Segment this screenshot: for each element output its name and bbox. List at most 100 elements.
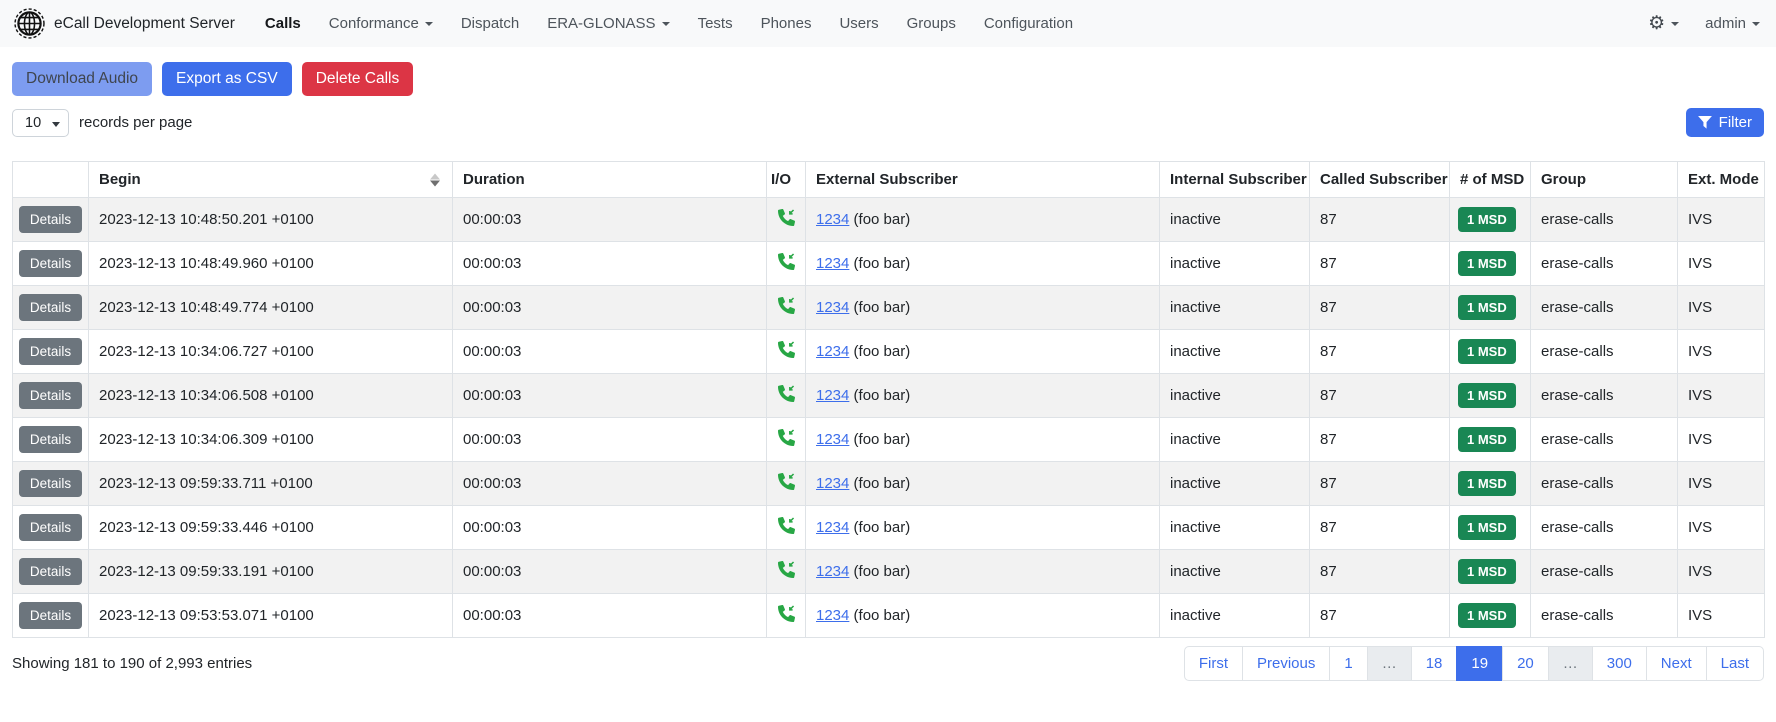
column-header-begin[interactable]: Begin bbox=[89, 162, 453, 198]
column-header-io: I/O bbox=[767, 162, 806, 198]
external-subscriber-link[interactable]: 1234 bbox=[816, 431, 849, 448]
details-button[interactable]: Details bbox=[19, 206, 82, 233]
details-button[interactable]: Details bbox=[19, 558, 82, 585]
pagination-page-20[interactable]: 20 bbox=[1502, 646, 1549, 681]
details-button[interactable]: Details bbox=[19, 338, 82, 365]
pagination-page-300[interactable]: 300 bbox=[1592, 646, 1647, 681]
io-cell bbox=[767, 506, 806, 550]
nav-item-conformance[interactable]: Conformance bbox=[317, 7, 445, 40]
called-subscriber-cell: 87 bbox=[1310, 506, 1450, 550]
duration-cell: 00:00:03 bbox=[453, 198, 767, 242]
duration-cell: 00:00:03 bbox=[453, 594, 767, 638]
io-cell bbox=[767, 286, 806, 330]
ext-mode-cell: IVS bbox=[1678, 198, 1765, 242]
chevron-down-icon bbox=[662, 22, 670, 26]
duration-cell: 00:00:03 bbox=[453, 286, 767, 330]
group-cell: erase-calls bbox=[1531, 374, 1678, 418]
table-controls: 10 records per page Filter bbox=[12, 108, 1764, 137]
external-subscriber-cell: 1234 (foo bar) bbox=[806, 286, 1160, 330]
nav-item-configuration[interactable]: Configuration bbox=[972, 7, 1085, 40]
pagination-page-18[interactable]: 18 bbox=[1411, 646, 1458, 681]
page-size-select[interactable]: 10 bbox=[12, 109, 69, 137]
external-subscriber-link[interactable]: 1234 bbox=[816, 387, 849, 404]
nav-item-tests[interactable]: Tests bbox=[686, 7, 745, 40]
external-subscriber-link[interactable]: 1234 bbox=[816, 607, 849, 624]
user-menu[interactable]: admin bbox=[1703, 7, 1762, 40]
pagination-next[interactable]: Next bbox=[1646, 646, 1707, 681]
io-cell bbox=[767, 330, 806, 374]
nav-item-groups[interactable]: Groups bbox=[895, 7, 968, 40]
brand[interactable]: eCall Development Server bbox=[14, 8, 235, 39]
io-cell bbox=[767, 594, 806, 638]
details-button[interactable]: Details bbox=[19, 514, 82, 541]
incoming-call-icon bbox=[778, 385, 795, 402]
external-subscriber-link[interactable]: 1234 bbox=[816, 255, 849, 272]
external-subscriber-name: (foo bar) bbox=[854, 211, 911, 228]
msd-cell: 1 MSD bbox=[1450, 594, 1531, 638]
internal-subscriber-cell: inactive bbox=[1160, 330, 1310, 374]
external-subscriber-link[interactable]: 1234 bbox=[816, 211, 849, 228]
brand-label: eCall Development Server bbox=[54, 15, 235, 33]
nav-item-calls[interactable]: Calls bbox=[253, 7, 313, 40]
export-csv-button[interactable]: Export as CSV bbox=[162, 62, 292, 96]
called-subscriber-cell: 87 bbox=[1310, 418, 1450, 462]
incoming-call-icon bbox=[778, 209, 795, 226]
calls-table: Begin Duration I/O External Subscriber I… bbox=[12, 161, 1765, 638]
details-button[interactable]: Details bbox=[19, 426, 82, 453]
external-subscriber-cell: 1234 (foo bar) bbox=[806, 242, 1160, 286]
group-cell: erase-calls bbox=[1531, 594, 1678, 638]
group-cell: erase-calls bbox=[1531, 330, 1678, 374]
internal-subscriber-cell: inactive bbox=[1160, 594, 1310, 638]
external-subscriber-link[interactable]: 1234 bbox=[816, 299, 849, 316]
nav-item-dispatch[interactable]: Dispatch bbox=[449, 7, 531, 40]
details-button[interactable]: Details bbox=[19, 470, 82, 497]
column-header-group: Group bbox=[1531, 162, 1678, 198]
details-button[interactable]: Details bbox=[19, 602, 82, 629]
group-cell: erase-calls bbox=[1531, 550, 1678, 594]
io-cell bbox=[767, 374, 806, 418]
settings-menu[interactable]: ⚙ bbox=[1646, 6, 1681, 41]
download-audio-button[interactable]: Download Audio bbox=[12, 62, 152, 96]
pagination-last[interactable]: Last bbox=[1706, 646, 1764, 681]
incoming-call-icon bbox=[778, 253, 795, 270]
io-cell bbox=[767, 198, 806, 242]
records-per-page-label: records per page bbox=[79, 114, 192, 131]
ext-mode-cell: IVS bbox=[1678, 418, 1765, 462]
ext-mode-cell: IVS bbox=[1678, 330, 1765, 374]
ext-mode-cell: IVS bbox=[1678, 374, 1765, 418]
begin-cell: 2023-12-13 10:34:06.309 +0100 bbox=[89, 418, 453, 462]
msd-badge: 1 MSD bbox=[1458, 515, 1516, 540]
table-row: Details 2023-12-13 09:59:33.191 +0100 00… bbox=[13, 550, 1765, 594]
external-subscriber-name: (foo bar) bbox=[854, 563, 911, 580]
duration-cell: 00:00:03 bbox=[453, 242, 767, 286]
duration-cell: 00:00:03 bbox=[453, 330, 767, 374]
nav-item-users[interactable]: Users bbox=[827, 7, 890, 40]
pagination-previous[interactable]: Previous bbox=[1242, 646, 1330, 681]
msd-badge: 1 MSD bbox=[1458, 207, 1516, 232]
msd-cell: 1 MSD bbox=[1450, 550, 1531, 594]
column-header-internal-subscriber: Internal Subscriber bbox=[1160, 162, 1310, 198]
external-subscriber-link[interactable]: 1234 bbox=[816, 563, 849, 580]
incoming-call-icon bbox=[778, 297, 795, 314]
internal-subscriber-cell: inactive bbox=[1160, 286, 1310, 330]
nav-item-era-glonass[interactable]: ERA-GLONASS bbox=[535, 7, 681, 40]
entries-summary: Showing 181 to 190 of 2,993 entries bbox=[12, 655, 252, 672]
internal-subscriber-cell: inactive bbox=[1160, 242, 1310, 286]
begin-cell: 2023-12-13 10:48:49.960 +0100 bbox=[89, 242, 453, 286]
table-row: Details 2023-12-13 10:48:49.960 +0100 00… bbox=[13, 242, 1765, 286]
details-button[interactable]: Details bbox=[19, 250, 82, 277]
details-button[interactable]: Details bbox=[19, 382, 82, 409]
pagination-page-1[interactable]: 1 bbox=[1329, 646, 1367, 681]
delete-calls-button[interactable]: Delete Calls bbox=[302, 62, 414, 96]
msd-cell: 1 MSD bbox=[1450, 374, 1531, 418]
nav-item-phones[interactable]: Phones bbox=[749, 7, 824, 40]
pagination-page-19-current[interactable]: 19 bbox=[1456, 646, 1503, 681]
external-subscriber-name: (foo bar) bbox=[854, 387, 911, 404]
external-subscriber-link[interactable]: 1234 bbox=[816, 475, 849, 492]
column-header-called-subscriber: Called Subscriber bbox=[1310, 162, 1450, 198]
details-button[interactable]: Details bbox=[19, 294, 82, 321]
external-subscriber-link[interactable]: 1234 bbox=[816, 519, 849, 536]
pagination-first[interactable]: First bbox=[1184, 646, 1243, 681]
filter-button[interactable]: Filter bbox=[1686, 108, 1764, 137]
external-subscriber-link[interactable]: 1234 bbox=[816, 343, 849, 360]
